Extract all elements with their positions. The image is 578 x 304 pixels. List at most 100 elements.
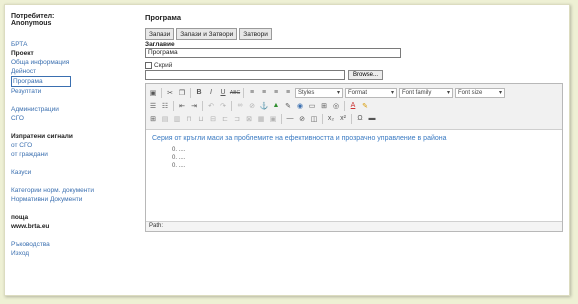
styles-select[interactable]: Styles ▾ <box>295 87 343 98</box>
text-color-icon[interactable]: A <box>348 101 358 111</box>
editor-content[interactable]: Серия от кръгли маси за проблемите на еф… <box>146 130 562 174</box>
cleanup-icon[interactable]: ✎ <box>283 101 293 111</box>
table-icon[interactable]: ⊞ <box>319 101 329 111</box>
align-center-icon[interactable]: ≡ <box>259 88 269 98</box>
hide-checkbox[interactable] <box>145 62 152 69</box>
browse-button[interactable]: Browse... <box>348 70 384 80</box>
toolbar-separator <box>231 100 232 111</box>
insert-col-after-icon[interactable]: ⊐ <box>232 114 242 124</box>
insert-row-before-icon[interactable]: ⊓ <box>184 114 194 124</box>
anchor-icon[interactable]: ⚓ <box>259 101 269 111</box>
hide-row: Скрий <box>145 62 563 69</box>
sidebar-link-guides[interactable]: Ръководства <box>11 240 133 249</box>
list-item: 0. .... <box>172 155 186 161</box>
save-close-button[interactable]: Запази и Затвори <box>176 28 238 40</box>
file-row: Browse... <box>145 70 563 80</box>
sidebar-heading-signals: Изпратени сигнали <box>11 133 73 140</box>
font-family-select[interactable]: Font family ▾ <box>399 87 453 98</box>
user-label: Потребител: <box>11 13 55 20</box>
cell-props-icon[interactable]: ▥ <box>172 114 182 124</box>
image-icon[interactable]: ▲ <box>271 101 281 111</box>
sidebar-link-sgo[interactable]: СГО <box>11 114 133 123</box>
indent-icon[interactable]: ⇥ <box>189 101 199 111</box>
italic-icon[interactable]: I <box>206 88 216 98</box>
merge-cells-icon[interactable]: ▣ <box>268 114 278 124</box>
close-button[interactable]: Затвори <box>239 28 272 40</box>
action-buttons: Запази Запази и Затвори Затвори <box>145 28 563 40</box>
insert-row-after-icon[interactable]: ⊔ <box>196 114 206 124</box>
delete-col-icon[interactable]: ⊠ <box>244 114 254 124</box>
outdent-icon[interactable]: ⇤ <box>177 101 187 111</box>
cut-icon[interactable]: ✂ <box>165 88 175 98</box>
insert-table-icon[interactable]: ⊞ <box>148 114 158 124</box>
redo-icon[interactable]: ↷ <box>218 101 228 111</box>
bold-icon[interactable]: B <box>194 88 204 98</box>
sidebar-link-results[interactable]: Резултати <box>11 87 133 96</box>
toolbar-separator <box>344 100 345 111</box>
underline-icon[interactable]: U <box>218 88 228 98</box>
bullet-list-icon[interactable]: ☰ <box>148 101 158 111</box>
sidebar-link-normative-docs[interactable]: Нормативни Документи <box>11 195 133 204</box>
highlight-color-icon[interactable]: ✎ <box>360 101 370 111</box>
code-icon[interactable]: ▬ <box>367 114 377 124</box>
numbered-list-icon[interactable]: ☷ <box>160 101 170 111</box>
insert-col-before-icon[interactable]: ⊏ <box>220 114 230 124</box>
split-cells-icon[interactable]: ▦ <box>256 114 266 124</box>
sidebar-heading-mail: поща <box>11 214 29 221</box>
list-item: 0. .... <box>172 147 186 153</box>
html-source-icon[interactable]: ◉ <box>295 101 305 111</box>
editor-paragraph: Серия от кръгли маси за проблемите на еф… <box>152 135 447 142</box>
save-icon[interactable]: ▣ <box>148 88 158 98</box>
sidebar-link-doc-categories[interactable]: Категории норм. документи <box>11 186 133 195</box>
sidebar-link-administrations[interactable]: Администрации <box>11 105 133 114</box>
editor-list: 0. .... 0. .... 0. .... <box>172 146 556 170</box>
unlink-icon[interactable]: ⊘ <box>247 101 257 111</box>
sidebar-link-program[interactable]: Програма <box>11 76 71 87</box>
superscript-icon[interactable]: x² <box>338 114 348 124</box>
sidebar-link-signals-citizens[interactable]: от граждани <box>11 150 133 159</box>
link-icon[interactable]: ∞ <box>235 101 245 111</box>
special-char-icon[interactable]: Ω <box>355 114 365 124</box>
subscript-icon[interactable]: x₂ <box>326 114 336 124</box>
sidebar-link-logout[interactable]: Изход <box>11 249 133 258</box>
toolbar-separator <box>190 87 191 98</box>
font-size-select[interactable]: Font size ▾ <box>455 87 505 98</box>
toolbar-separator <box>202 100 203 111</box>
sidebar-link-cases[interactable]: Казуси <box>11 168 133 177</box>
toolbar-separator <box>243 87 244 98</box>
sidebar-link-site[interactable]: www.brta.eu <box>11 222 133 231</box>
toolbar-separator <box>161 87 162 98</box>
toolbar-row-3: ⊞ ▤ ▥ ⊓ ⊔ ⊟ ⊏ ⊐ ⊠ ▦ ▣ — ⊘ ◫ x₂ x² Ω ▬ <box>148 112 560 125</box>
sidebar-link-brta[interactable]: БРТА <box>11 40 133 49</box>
horizontal-rule-icon[interactable]: — <box>285 114 295 124</box>
page-title: Програма <box>145 13 182 22</box>
delete-row-icon[interactable]: ⊟ <box>208 114 218 124</box>
sidebar-heading-project: Проект <box>11 50 34 57</box>
sidebar-link-general-info[interactable]: Обща информация <box>11 58 133 67</box>
toolbar-separator <box>322 113 323 124</box>
hide-label: Скрий <box>154 62 173 69</box>
sidebar-link-signals-sgo[interactable]: от СГО <box>11 141 133 150</box>
remove-format-icon[interactable]: ⊘ <box>297 114 307 124</box>
undo-icon[interactable]: ↶ <box>206 101 216 111</box>
justify-icon[interactable]: ≡ <box>283 88 293 98</box>
visual-aid-icon[interactable]: ◫ <box>309 114 319 124</box>
page-frame: Потребител: Anonymous БРТА Проект Обща и… <box>4 4 570 296</box>
row-props-icon[interactable]: ▤ <box>160 114 170 124</box>
heading-input[interactable]: Програма <box>145 48 401 58</box>
save-button[interactable]: Запази <box>145 28 175 40</box>
user-name: Anonymous <box>11 20 52 27</box>
preview-icon[interactable]: ◎ <box>331 101 341 111</box>
toolbar-row-2: ☰ ☷ ⇤ ⇥ ↶ ↷ ∞ ⊘ ⚓ ▲ ✎ ◉ ▭ ⊞ ◎ A ✎ <box>148 99 560 112</box>
html-icon[interactable]: ▭ <box>307 101 317 111</box>
strikethrough-icon[interactable]: ABC <box>230 88 240 98</box>
file-input[interactable] <box>145 70 345 80</box>
format-select[interactable]: Format ▾ <box>345 87 397 98</box>
editor-toolbar: ▣ ✂ ❐ B I U ABC ≡ ≡ ≡ ≡ Styles ▾ Format ▾ <box>146 84 562 130</box>
align-left-icon[interactable]: ≡ <box>247 88 257 98</box>
toolbar-row-1: ▣ ✂ ❐ B I U ABC ≡ ≡ ≡ ≡ Styles ▾ Format ▾ <box>148 86 560 99</box>
sidebar: Потребител: Anonymous БРТА Проект Обща и… <box>11 13 133 291</box>
align-right-icon[interactable]: ≡ <box>271 88 281 98</box>
sidebar-link-activity[interactable]: Дейност <box>11 67 133 76</box>
copy-icon[interactable]: ❐ <box>177 88 187 98</box>
